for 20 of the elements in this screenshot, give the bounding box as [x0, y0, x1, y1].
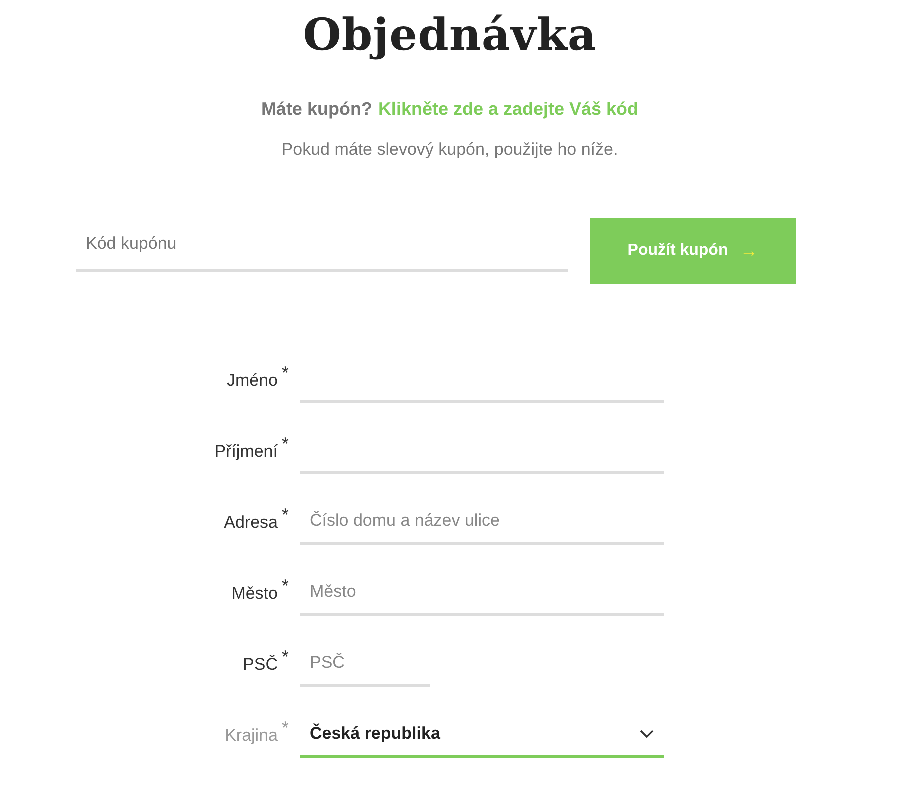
required-mark: * — [282, 434, 289, 455]
required-mark: * — [282, 718, 289, 739]
field-label: Příjmení — [214, 442, 278, 462]
country-select[interactable]: Česká republika — [300, 705, 664, 758]
apply-coupon-button[interactable]: Použít kupón → — [590, 218, 796, 284]
field-label: Jméno — [226, 371, 278, 391]
page-title: Objednávka — [302, 10, 598, 61]
coupon-link[interactable]: Klikněte zde a zadejte Váš kód — [378, 99, 639, 120]
required-mark: * — [282, 647, 289, 668]
field-label: Krajina — [225, 726, 278, 746]
coupon-question: Máte kupón? — [261, 99, 372, 120]
arrow-icon: → — [740, 240, 758, 262]
required-mark: * — [282, 505, 289, 526]
field-label: Město — [232, 584, 278, 604]
chevron-down-icon — [640, 730, 654, 738]
coupon-note: Pokud máte slevový kupón, použijte ho níže. — [280, 140, 620, 160]
field-label: Adresa — [224, 513, 278, 533]
field-label: PSČ — [243, 655, 278, 675]
required-mark: * — [282, 363, 289, 384]
required-mark: * — [282, 576, 289, 597]
